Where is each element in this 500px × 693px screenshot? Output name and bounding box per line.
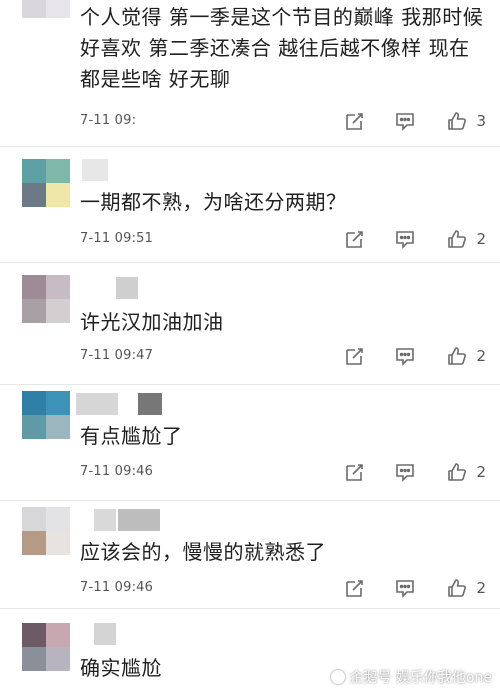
avatar[interactable] [22,507,70,555]
avatar-tile [22,623,46,647]
comment-item: 许光汉加油加油 7-11 09:47 2 [0,263,500,387]
comment-item: 一期都不熟，为啥还分两期？ 7-11 09:51 2 [0,147,500,265]
username-suffix [118,509,160,531]
avatar[interactable] [22,623,70,671]
comment-item: 个人觉得 第一季是这个节目的巅峰 我那时候好喜欢 第二季还凑合 越往后越不像样 … [0,0,500,150]
like-button[interactable]: 3 [444,108,486,134]
comment-text: 许光汉加油加油 [80,310,224,334]
username-suffix [138,393,162,415]
username[interactable] [94,623,116,645]
edit-icon[interactable] [342,343,368,369]
avatar[interactable] [22,275,70,323]
comment-actions: 2 [342,343,486,369]
comment-item: 应该会的，慢慢的就熟悉了 7-11 09:46 2 [0,501,500,611]
comment-actions: 2 [342,575,486,601]
thumbs-up-icon [444,108,470,134]
username[interactable] [94,509,116,531]
thumbs-up-icon [444,575,470,601]
avatar-tile [46,647,70,671]
avatar-tile [46,183,70,207]
avatar-tile [22,183,46,207]
penguin-logo-icon [331,670,346,684]
comment-icon[interactable] [392,108,418,134]
username[interactable] [82,159,108,181]
username[interactable] [116,277,138,299]
avatar-tile [22,647,46,671]
avatar-tile [22,299,46,323]
avatar-tile [46,507,70,531]
avatar-tile [22,507,46,531]
comment-icon[interactable] [392,575,418,601]
avatar-tile [22,159,46,183]
comment-text: 一期都不熟，为啥还分两期？ [80,190,347,214]
thumbs-up-icon [444,459,470,485]
comment-time: 7-11 09:51 [80,231,154,246]
avatar[interactable] [22,159,70,207]
username[interactable] [76,393,118,415]
comment-text: 有点尴尬了 [80,424,183,448]
comment-text: 应该会的，慢慢的就熟悉了 [80,540,326,564]
like-count: 2 [476,463,486,481]
comment-text: 个人觉得 第一季是这个节目的巅峰 我那时候好喜欢 第二季还凑合 越往后越不像样 … [80,5,484,91]
like-button[interactable]: 2 [444,575,486,601]
like-count: 2 [476,579,486,597]
comment-time: 7-11 09: [80,113,137,128]
thumbs-up-icon [444,343,470,369]
avatar-tile [46,391,70,415]
comment-actions: 2 [342,226,486,252]
avatar-tile [46,275,70,299]
watermark-text: 企鹅号 娱乐你我他one [349,670,492,686]
like-button[interactable]: 2 [444,343,486,369]
avatar[interactable] [22,391,70,439]
like-count: 2 [476,230,486,248]
thumbs-up-icon [444,226,470,252]
comment-item: 有点尴尬了 7-11 09:46 2 [0,385,500,503]
like-count: 3 [476,112,486,130]
comment-icon[interactable] [392,226,418,252]
like-button[interactable]: 2 [444,459,486,485]
like-button[interactable]: 2 [444,226,486,252]
edit-icon[interactable] [342,108,368,134]
comment-actions: 3 [342,108,486,134]
avatar-tile [46,299,70,323]
avatar-tile [22,391,46,415]
comment-time: 7-11 09:47 [80,348,154,363]
avatar-tile [46,159,70,183]
edit-icon[interactable] [342,226,368,252]
comment-icon[interactable] [392,343,418,369]
avatar-tile [22,415,46,439]
comment-icon[interactable] [392,459,418,485]
avatar-tile [46,531,70,555]
avatar-tile [22,0,46,18]
comment-time: 7-11 09:46 [80,580,154,595]
edit-icon[interactable] [342,459,368,485]
comment-time: 7-11 09:46 [80,464,154,479]
like-count: 2 [476,347,486,365]
avatar-tile [22,531,46,555]
edit-icon[interactable] [342,575,368,601]
avatar-tile [46,0,70,18]
avatar-tile [46,623,70,647]
avatar[interactable] [22,0,70,18]
watermark: 企鹅号 娱乐你我他one [331,667,492,687]
avatar-tile [22,275,46,299]
avatar-tile [46,415,70,439]
comment-actions: 2 [342,459,486,485]
